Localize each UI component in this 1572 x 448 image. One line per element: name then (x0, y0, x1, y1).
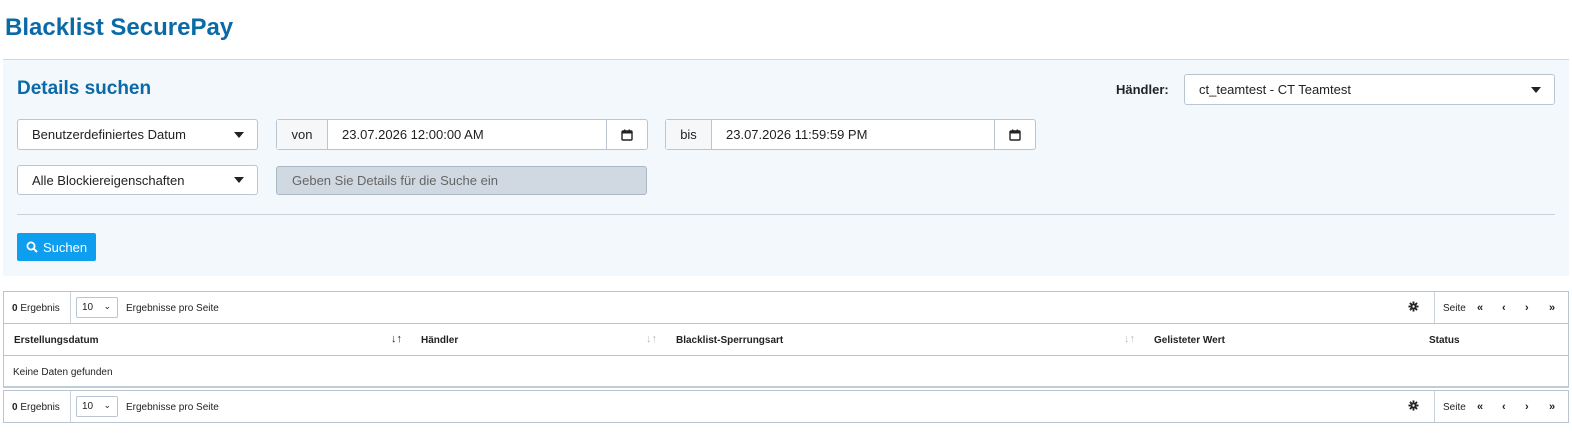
search-button-label: Suchen (42, 239, 88, 255)
table-toolbar-top: 0 Ergebnis 10 ⌄ Ergebnisse pro Seite Sei… (3, 291, 1569, 324)
from-label: von (277, 120, 328, 149)
date-mode-select[interactable]: Benutzerdefiniertes Datum (17, 119, 258, 150)
divider (17, 214, 1555, 215)
search-button[interactable]: Suchen (17, 233, 96, 261)
table-empty-row: Keine Daten gefunden (3, 356, 1569, 388)
last-page-button[interactable]: » (1549, 401, 1555, 413)
page-label: Seite (1443, 402, 1466, 413)
search-panel-title: Details suchen (17, 78, 152, 99)
page-title: Blacklist SecurePay (5, 14, 234, 41)
merchant-select-value: ct_teamtest - CT Teamtest (1199, 82, 1351, 97)
from-date-input[interactable]: 23.07.2026 12:00:00 AM (328, 120, 606, 149)
from-date-group: von 23.07.2026 12:00:00 AM (276, 119, 648, 150)
merchant-select[interactable]: ct_teamtest - CT Teamtest (1184, 74, 1555, 105)
search-panel: Details suchen Händler: ct_teamtest - CT… (3, 59, 1569, 276)
gear-icon (1408, 400, 1419, 411)
column-header-status[interactable]: Status (1429, 335, 1460, 346)
search-detail-input[interactable]: Geben Sie Details für die Suche ein (276, 166, 647, 195)
merchant-label: Händler: (1116, 82, 1169, 97)
column-header-merchant[interactable]: Händler (421, 335, 458, 346)
to-date-group: bis 23.07.2026 11:59:59 PM (665, 119, 1036, 150)
separator (70, 292, 71, 323)
result-count: 0 Ergebnis (12, 402, 60, 413)
per-page-label: Ergebnisse pro Seite (126, 303, 219, 314)
calendar-icon (1009, 129, 1021, 141)
calendar-icon (621, 129, 633, 141)
to-label: bis (666, 120, 712, 149)
next-page-button[interactable]: › (1525, 302, 1529, 314)
sort-icon[interactable]: ↓↑ (1124, 333, 1135, 345)
next-page-button[interactable]: › (1525, 401, 1529, 413)
column-header-created-date[interactable]: Erstellungsdatum (14, 335, 98, 346)
chevron-down-icon (234, 177, 244, 183)
chevron-down-icon: ⌄ (103, 301, 111, 311)
settings-button[interactable] (1408, 400, 1419, 414)
first-page-button[interactable]: « (1477, 401, 1483, 413)
per-page-label: Ergebnisse pro Seite (126, 402, 219, 413)
per-page-value: 10 (82, 302, 94, 313)
per-page-select[interactable]: 10 ⌄ (76, 297, 118, 318)
last-page-button[interactable]: » (1549, 302, 1555, 314)
gear-icon (1408, 301, 1419, 312)
first-page-button[interactable]: « (1477, 302, 1483, 314)
column-header-listed-value[interactable]: Gelisteter Wert (1154, 335, 1225, 346)
settings-button[interactable] (1408, 301, 1419, 315)
to-date-input[interactable]: 23.07.2026 11:59:59 PM (712, 120, 994, 149)
separator (1434, 391, 1435, 422)
result-count: 0 Ergebnis (12, 303, 60, 314)
per-page-value: 10 (82, 401, 94, 412)
to-calendar-button[interactable] (994, 120, 1035, 149)
prev-page-button[interactable]: ‹ (1502, 401, 1506, 413)
table-toolbar-bottom: 0 Ergebnis 10 ⌄ Ergebnisse pro Seite Sei… (3, 390, 1569, 423)
column-header-blacklist-type[interactable]: Blacklist-Sperrungsart (676, 335, 783, 346)
block-property-value: Alle Blockiereigenschaften (32, 172, 185, 188)
from-calendar-button[interactable] (606, 120, 647, 149)
sort-icon[interactable]: ↓↑ (646, 333, 657, 345)
block-property-select[interactable]: Alle Blockiereigenschaften (17, 165, 258, 195)
chevron-down-icon: ⌄ (103, 400, 111, 410)
per-page-select[interactable]: 10 ⌄ (76, 396, 118, 417)
page-label: Seite (1443, 303, 1466, 314)
date-mode-value: Benutzerdefiniertes Datum (32, 127, 186, 142)
table-header: Erstellungsdatum ↓↑ Händler ↓↑ Blacklist… (3, 324, 1569, 356)
empty-message: Keine Daten gefunden (13, 367, 113, 378)
search-detail-placeholder: Geben Sie Details für die Suche ein (292, 173, 498, 188)
search-icon (26, 241, 38, 253)
prev-page-button[interactable]: ‹ (1502, 302, 1506, 314)
sort-icon[interactable]: ↓↑ (391, 333, 402, 345)
chevron-down-icon (234, 131, 244, 138)
separator (70, 391, 71, 422)
chevron-down-icon (1531, 86, 1541, 93)
separator (1434, 292, 1435, 323)
